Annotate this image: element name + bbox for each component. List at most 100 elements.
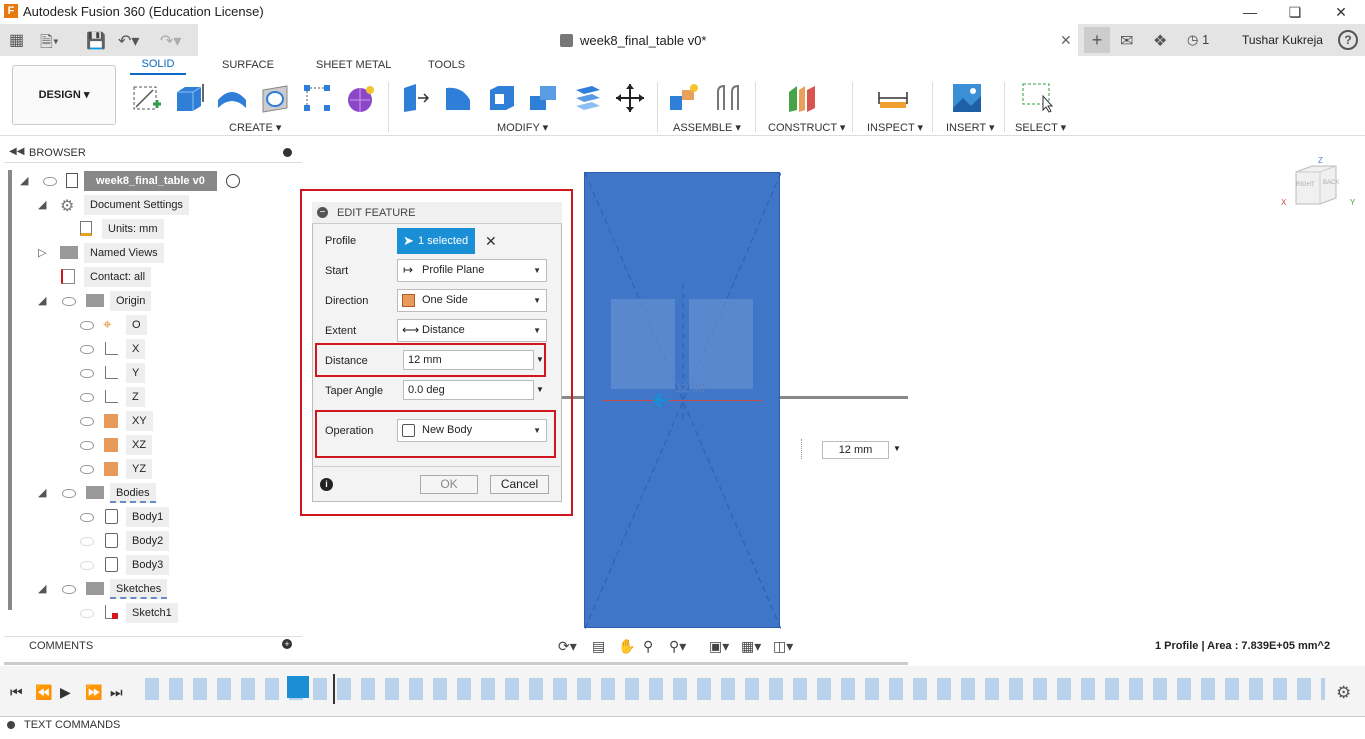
- tab-sheet-metal[interactable]: SHEET METAL: [316, 59, 391, 71]
- go-to-start-icon[interactable]: ⏮: [10, 684, 23, 701]
- grid-icon[interactable]: ▦▾: [741, 638, 761, 655]
- visibility-icon[interactable]: [80, 369, 94, 378]
- tree-item-plane-xz[interactable]: XZ: [0, 435, 300, 457]
- visibility-icon[interactable]: [80, 345, 94, 354]
- shell-icon[interactable]: [486, 82, 518, 114]
- offset-face-icon[interactable]: [572, 82, 604, 114]
- browser-pin-icon[interactable]: [283, 148, 292, 157]
- timeline-marker[interactable]: [333, 674, 335, 704]
- collapse-icon[interactable]: ◢: [38, 486, 46, 499]
- construct-plane-icon[interactable]: [787, 82, 819, 114]
- timeline-settings-icon[interactable]: ⚙: [1336, 683, 1351, 703]
- tree-item-body1[interactable]: Body1: [0, 507, 300, 529]
- visibility-icon[interactable]: [62, 585, 76, 594]
- fillet-icon[interactable]: [442, 82, 474, 114]
- tree-item-body3[interactable]: Body3: [0, 555, 300, 577]
- file-icon[interactable]: 🗎▾: [40, 31, 59, 58]
- tree-item-plane-xy[interactable]: XY: [0, 411, 300, 433]
- help-circle-icon[interactable]: ?: [1338, 30, 1358, 50]
- collapse-icon[interactable]: ◢: [38, 582, 46, 595]
- modify-menu[interactable]: MODIFY ▾: [497, 121, 548, 134]
- step-back-icon[interactable]: ⏪: [35, 684, 52, 701]
- job-status[interactable]: ◷ 1: [1187, 32, 1209, 48]
- visibility-icon[interactable]: [80, 393, 94, 402]
- tree-item-axis-y[interactable]: Y: [0, 363, 300, 385]
- joint-icon[interactable]: [712, 82, 744, 114]
- tree-item-sketch1[interactable]: Sketch1: [0, 603, 300, 625]
- timeline-features[interactable]: [145, 678, 1325, 700]
- pan-icon[interactable]: ✋: [618, 638, 635, 655]
- pattern-icon[interactable]: [301, 82, 333, 114]
- tree-item-body2[interactable]: Body2: [0, 531, 300, 553]
- timeline-scrollbar[interactable]: [4, 662, 908, 665]
- create-menu[interactable]: CREATE ▾: [229, 121, 281, 134]
- input-grip[interactable]: [801, 439, 807, 459]
- visibility-icon[interactable]: [43, 177, 57, 186]
- tree-item-plane-yz[interactable]: YZ: [0, 459, 300, 481]
- user-name[interactable]: Tushar Kukreja: [1242, 33, 1323, 47]
- tree-item-origin[interactable]: ◢ Origin: [0, 291, 300, 313]
- insert-image-icon[interactable]: [951, 82, 983, 114]
- revolve-icon[interactable]: [216, 82, 248, 114]
- create-sketch-icon[interactable]: [131, 82, 163, 114]
- activate-component-icon[interactable]: [226, 174, 240, 188]
- extrude-drag-arrow-icon[interactable]: 🡰: [652, 388, 678, 412]
- timeline-active-feature[interactable]: [287, 676, 309, 698]
- expand-text-commands-icon[interactable]: [7, 721, 15, 729]
- go-to-end-icon[interactable]: ⏭: [110, 684, 123, 701]
- tree-item-document-settings[interactable]: ◢ ⚙ Document Settings: [0, 195, 300, 217]
- tree-item-units[interactable]: Units: mm: [0, 219, 300, 241]
- construct-menu[interactable]: CONSTRUCT ▾: [768, 121, 845, 134]
- hidden-icon[interactable]: [80, 537, 94, 546]
- tree-item-bodies[interactable]: ◢ Bodies: [0, 483, 300, 505]
- minimize-button[interactable]: —: [1235, 2, 1265, 22]
- move-icon[interactable]: [614, 82, 646, 114]
- measure-icon[interactable]: [877, 82, 909, 114]
- workspace-selector[interactable]: DESIGN ▾: [12, 65, 116, 125]
- play-icon[interactable]: ▶: [60, 684, 71, 701]
- restore-button[interactable]: ❏: [1280, 2, 1310, 22]
- insert-menu[interactable]: INSERT ▾: [946, 121, 995, 134]
- collapse-icon[interactable]: ◢: [38, 294, 46, 307]
- visibility-icon[interactable]: [80, 513, 94, 522]
- extrude-icon[interactable]: [173, 82, 205, 114]
- visibility-icon[interactable]: [80, 441, 94, 450]
- save-icon[interactable]: 💾: [86, 31, 106, 51]
- collapse-browser-icon[interactable]: ◀◀: [9, 146, 24, 157]
- tree-item-named-views[interactable]: ▷ Named Views: [0, 243, 300, 265]
- close-tab-icon[interactable]: ✕: [1060, 32, 1072, 49]
- undo-icon[interactable]: ↶▾: [118, 31, 139, 51]
- display-settings-icon[interactable]: ▣▾: [709, 638, 729, 655]
- visibility-icon[interactable]: [62, 297, 76, 306]
- notifications-icon[interactable]: ✉: [1120, 31, 1133, 51]
- redo-icon[interactable]: ↷▾: [160, 31, 181, 51]
- viewports-icon[interactable]: ◫▾: [773, 638, 793, 655]
- press-pull-icon[interactable]: [400, 82, 432, 114]
- tab-solid[interactable]: SOLID: [130, 58, 186, 75]
- help-icon[interactable]: ❖: [1153, 31, 1167, 51]
- visibility-icon[interactable]: [80, 321, 94, 330]
- expand-icon[interactable]: ▷: [38, 246, 46, 259]
- close-window-button[interactable]: ✕: [1326, 2, 1356, 22]
- zoom-icon[interactable]: ⚲: [643, 638, 653, 655]
- tab-surface[interactable]: SURFACE: [222, 59, 274, 71]
- new-component-icon[interactable]: [668, 82, 700, 114]
- create-form-icon[interactable]: [344, 82, 376, 114]
- orbit-icon[interactable]: ⟳▾: [558, 638, 577, 655]
- assemble-menu[interactable]: ASSEMBLE ▾: [673, 121, 741, 134]
- hidden-icon[interactable]: [80, 609, 94, 618]
- tree-root[interactable]: ◢ week8_final_table v0: [0, 171, 300, 193]
- distance-heads-up-input[interactable]: 12 mm: [822, 441, 889, 459]
- text-commands-bar[interactable]: [0, 716, 1365, 739]
- app-grid-icon[interactable]: ▦: [9, 30, 24, 50]
- inspect-menu[interactable]: INSPECT ▾: [867, 121, 923, 134]
- tree-item-origin-point[interactable]: ⌖ O: [0, 315, 300, 337]
- viewcube[interactable]: RIGHT BACK Z X Y: [1281, 156, 1355, 210]
- select-menu[interactable]: SELECT ▾: [1015, 121, 1066, 134]
- add-comment-icon[interactable]: +: [282, 639, 292, 649]
- combine-icon[interactable]: [528, 82, 560, 114]
- select-icon[interactable]: [1021, 82, 1053, 114]
- hidden-icon[interactable]: [80, 561, 94, 570]
- look-at-icon[interactable]: ▤: [592, 638, 605, 655]
- visibility-icon[interactable]: [62, 489, 76, 498]
